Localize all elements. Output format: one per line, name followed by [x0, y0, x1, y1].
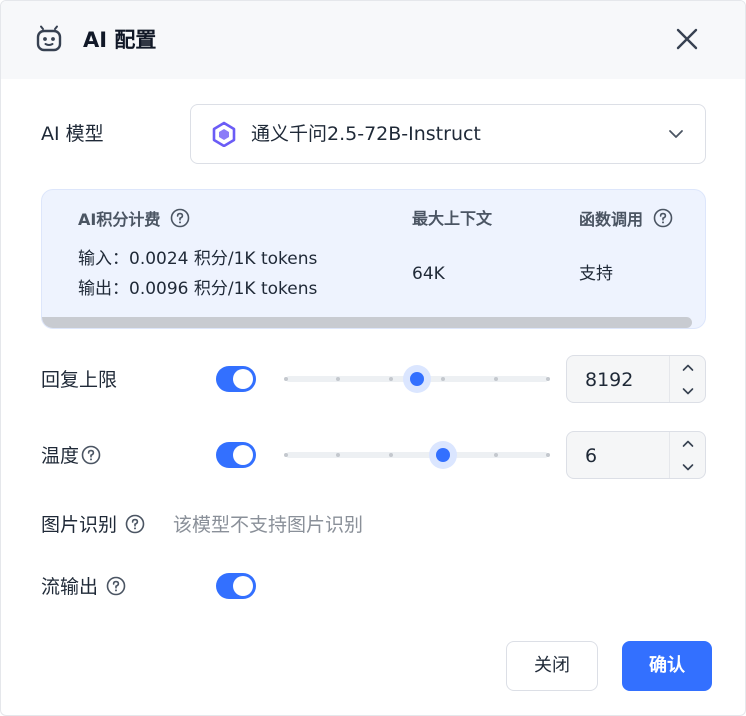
chevron-up-icon — [682, 440, 694, 447]
model-info-card: AI积分计费 最大上下文 函数调用 输入：0.0024 积分/1K tokens… — [41, 189, 706, 329]
image-recognition-note: 该模型不支持图片识别 — [173, 514, 364, 536]
dialog-title: AI 配置 — [83, 28, 157, 52]
help-icon[interactable] — [125, 514, 145, 534]
chevron-down-icon — [682, 464, 694, 471]
reply-limit-value[interactable]: 8192 — [585, 367, 633, 393]
stepper — [669, 356, 705, 402]
horizontal-scrollbar[interactable] — [42, 317, 692, 328]
reply-limit-switch[interactable] — [216, 366, 256, 392]
stream-output-switch[interactable] — [216, 573, 256, 599]
stepper — [669, 432, 705, 478]
close-icon[interactable] — [673, 25, 701, 53]
decrement-button[interactable] — [670, 455, 706, 478]
context-value: 64K — [412, 264, 445, 284]
stream-output-label-text: 流输出 — [41, 576, 99, 598]
model-label: AI 模型 — [41, 123, 104, 145]
temperature-value[interactable]: 6 — [585, 443, 597, 469]
chevron-up-icon — [682, 364, 694, 371]
switch-knob — [233, 369, 253, 389]
slider-stop — [546, 453, 550, 457]
model-select[interactable]: 通义千问2.5-72B-Instruct — [190, 104, 706, 164]
chevron-down-icon — [669, 130, 683, 138]
dialog-header: AI 配置 — [1, 1, 745, 79]
points-header: AI积分计费 — [78, 208, 190, 231]
slider-thumb[interactable] — [429, 441, 458, 469]
increment-button[interactable] — [670, 432, 706, 455]
help-icon[interactable] — [81, 445, 101, 465]
function-value: 支持 — [579, 264, 613, 284]
slider-stop — [493, 377, 498, 381]
switch-knob — [233, 445, 253, 465]
robot-logo-icon — [36, 25, 62, 52]
reply-limit-slider[interactable] — [284, 364, 550, 394]
increment-button[interactable] — [670, 356, 706, 379]
help-icon[interactable] — [106, 576, 126, 596]
qwen-model-icon — [212, 121, 236, 147]
confirm-button[interactable]: 确认 — [622, 641, 712, 691]
slider-stop — [284, 453, 288, 457]
cancel-button[interactable]: 关闭 — [506, 641, 598, 691]
slider-thumb[interactable] — [403, 365, 431, 393]
temperature-input[interactable]: 6 — [566, 431, 706, 479]
function-header-text: 函数调用 — [579, 210, 644, 229]
slider-stop — [388, 377, 393, 381]
input-price: 输入：0.0024 积分/1K tokens — [78, 249, 318, 269]
help-icon[interactable] — [170, 208, 190, 228]
context-header: 最大上下文 — [412, 209, 493, 228]
slider-stop — [546, 377, 550, 381]
reply-limit-input[interactable]: 8192 — [566, 355, 706, 403]
output-price: 输出：0.0096 积分/1K tokens — [78, 279, 318, 299]
slider-stop — [388, 453, 393, 457]
chevron-down-icon — [682, 388, 694, 395]
temperature-switch[interactable] — [216, 442, 256, 468]
help-icon[interactable] — [653, 208, 673, 228]
image-recognition-label: 图片识别 — [41, 512, 145, 538]
temperature-label: 温度 — [41, 443, 101, 469]
slider-stop — [493, 453, 498, 457]
slider-track — [286, 452, 548, 458]
points-header-text: AI积分计费 — [78, 210, 161, 229]
ai-config-dialog: AI 配置 AI 模型 通义千问2.5-72B-Instruct AI积分计费 … — [0, 0, 746, 716]
image-recognition-label-text: 图片识别 — [41, 514, 118, 536]
slider-stop — [284, 377, 288, 381]
stream-output-label: 流输出 — [41, 574, 126, 600]
model-name: 通义千问2.5-72B-Instruct — [251, 123, 481, 145]
decrement-button[interactable] — [670, 379, 706, 402]
temperature-slider[interactable] — [284, 440, 550, 470]
temperature-label-text: 温度 — [41, 445, 80, 467]
reply-limit-label: 回复上限 — [41, 369, 118, 391]
switch-knob — [233, 576, 253, 596]
function-header: 函数调用 — [579, 208, 673, 231]
